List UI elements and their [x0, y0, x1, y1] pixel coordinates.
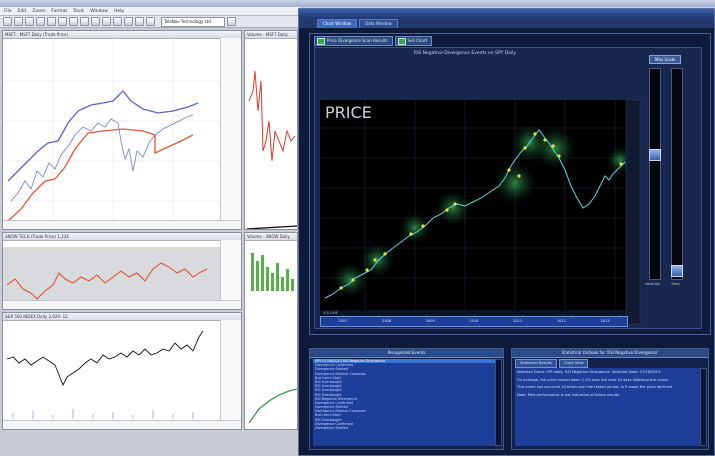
cursor-icon[interactable]: [91, 17, 100, 26]
price-label: PRICE: [325, 103, 372, 122]
chart-panel-top-right[interactable]: Volume - MSFT Daily: [244, 30, 298, 230]
print-icon[interactable]: [36, 17, 45, 26]
scan-panel: Price Divergence Scan Results Sell Chart…: [309, 33, 711, 335]
events-scrollbar[interactable]: [495, 359, 502, 446]
time-label: Time: [671, 282, 680, 286]
app-title-bar: [0, 0, 715, 7]
y-axis: [220, 38, 241, 221]
refresh-icon[interactable]: [227, 17, 236, 26]
new-icon[interactable]: [3, 17, 12, 26]
chart-panel-bottom-left-upper[interactable]: SNOW TECH (Trade Price) 1,234: [2, 232, 242, 310]
open-icon[interactable]: [14, 17, 23, 26]
window-title-bar: [299, 9, 714, 18]
check-icon: [397, 38, 406, 45]
oscillator-line: [6, 262, 208, 300]
y-axis: [220, 320, 241, 421]
date-scrollbar[interactable]: 2007 2008 2009 2010 2011 2012 2013: [320, 316, 628, 327]
indicator-line: [248, 70, 296, 162]
panel-title: Recognized Events: [310, 349, 503, 358]
max-scale-spinner[interactable]: Max Scale: [649, 55, 681, 64]
chart-panel-top-left[interactable]: MSFT - MSFT Daily (Trade Price): [2, 30, 242, 230]
trend-line: [248, 388, 297, 424]
statistics-text: Selected Event: SPY daily, RSI Negative …: [515, 368, 700, 446]
zoom-in-icon[interactable]: [69, 17, 78, 26]
check-icon: [317, 38, 325, 45]
statistical-outlook-panel: Statistical Outlook for 'RSI Negative Di…: [511, 348, 709, 450]
x-axis: [3, 300, 241, 309]
text-tool-icon[interactable]: [113, 17, 122, 26]
menu-tools[interactable]: Tools: [73, 9, 84, 14]
upper-band-line: [7, 90, 199, 182]
volume-bars-chart: [248, 253, 297, 424]
copy-icon[interactable]: [58, 17, 67, 26]
volume-label: VOLUME: [323, 311, 339, 315]
alert-icon[interactable]: [146, 17, 155, 26]
chart-panel-bottom-left-lower[interactable]: S&P 500 INDEX Daily 3,929 -12: [2, 312, 242, 430]
menu-file[interactable]: File: [4, 9, 12, 14]
chart-type-icon[interactable]: [124, 17, 133, 26]
y-axis: [220, 240, 241, 301]
scale-controls: Max Scale Volatility Time: [627, 50, 697, 300]
price-bands-chart: [3, 38, 221, 223]
scan-results-window[interactable]: Chart Window Data Window Price Divergenc…: [298, 8, 715, 456]
index-chart: [6, 330, 204, 419]
tab-chart-window[interactable]: Chart Window: [317, 19, 358, 28]
save-icon[interactable]: [25, 17, 34, 26]
divergence-chart-frame: RSI Negative Divergence Events on SPY Da…: [314, 47, 702, 329]
window-tabs: Chart Window Data Window: [299, 18, 714, 28]
volatility-slider[interactable]: [649, 68, 661, 280]
tab-data-window[interactable]: Data Window: [359, 19, 398, 28]
events-list[interactable]: SPY 07/16/2013 RSI Negative Divergence D…: [313, 359, 495, 446]
menu-bar: File Edit Zoom Format Tools Window Help: [0, 7, 300, 16]
indicator-icon[interactable]: [135, 17, 144, 26]
tab-sell-chart[interactable]: Sell Chart: [394, 36, 433, 46]
x-axis: [3, 220, 241, 229]
slider-thumb[interactable]: [671, 265, 683, 277]
volume-chart: [246, 70, 297, 229]
recognized-events-panel: Recognized Events SPY 07/16/2013 RSI Neg…: [309, 348, 504, 450]
tab-scan-results[interactable]: Price Divergence Scan Results: [314, 36, 393, 46]
menu-format[interactable]: Format: [51, 9, 67, 14]
panel-title: Statistical Outlook for 'RSI Negative Di…: [512, 349, 708, 358]
menu-zoom[interactable]: Zoom: [32, 9, 45, 14]
symbol-combo[interactable]: TeleNav Technology Ltd: [161, 16, 225, 27]
cut-icon[interactable]: [47, 17, 56, 26]
toolbar: TeleNav Technology Ltd: [0, 16, 300, 28]
list-item[interactable]: Divergence Started: [313, 426, 495, 430]
time-slider[interactable]: [671, 68, 683, 280]
x-axis: [3, 420, 241, 429]
statistics-scrollbar[interactable]: [700, 368, 707, 446]
trendline-icon[interactable]: [102, 17, 111, 26]
chart-panel-bottom-right[interactable]: Volume - SNOW Daily: [244, 232, 298, 430]
index-line: [6, 330, 204, 387]
volatility-label: Volatility: [645, 282, 661, 286]
tab-statistical-results[interactable]: Statistical Results: [515, 359, 557, 368]
menu-edit[interactable]: Edit: [18, 9, 27, 14]
slider-thumb[interactable]: [649, 149, 661, 161]
tab-chart-view[interactable]: Chart View: [558, 359, 589, 368]
menu-help[interactable]: Help: [114, 9, 124, 14]
menu-window[interactable]: Window: [90, 9, 108, 14]
zoom-out-icon[interactable]: [80, 17, 89, 26]
oscillator-chart: [6, 262, 208, 300]
